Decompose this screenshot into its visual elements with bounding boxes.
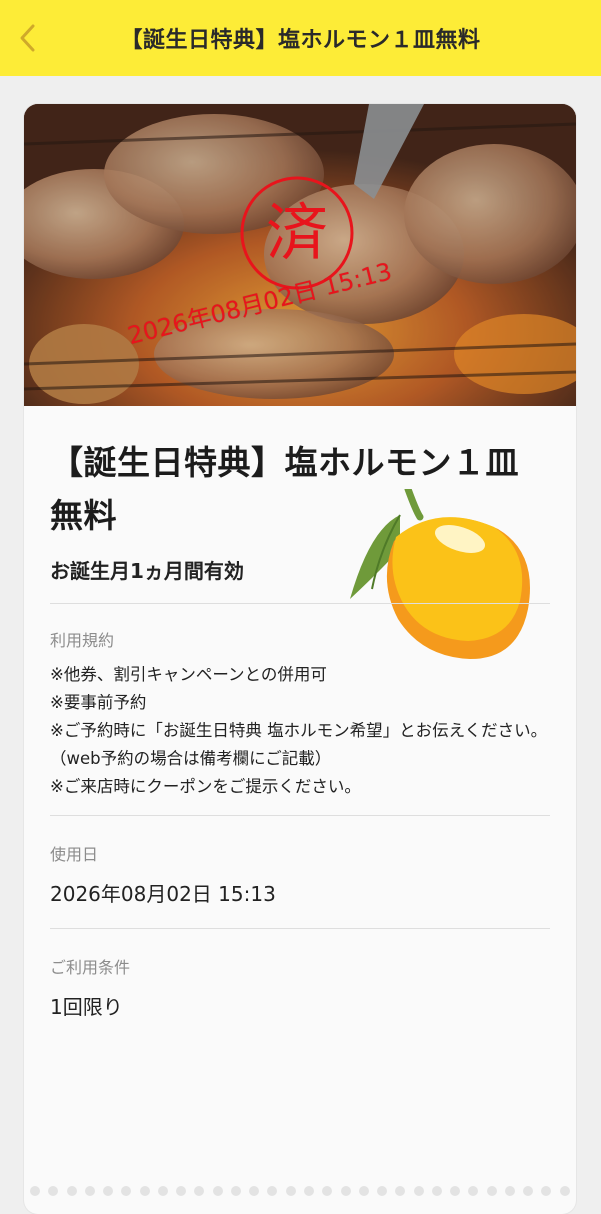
divider [50,603,550,604]
usage-date-label: 使用日 [50,845,99,864]
conditions-label: ご利用条件 [50,958,131,977]
divider [50,928,550,929]
back-button[interactable] [6,16,50,60]
validity-text: お誕生月1ヵ月間有効 [50,559,244,583]
terms-line: ※ご来店時にクーポンをご提示ください。 [50,777,361,796]
lemon-icon [350,489,530,659]
usage-date-value: 2026年08月02日 15:13 [50,882,276,906]
divider [50,815,550,816]
terms-line: ※他券、割引キャンペーンとの併用可 [50,665,327,684]
terms-list: ※他券、割引キャンペーンとの併用可 ※要事前予約 ※ご予約時に「お誕生日特典 塩… [50,661,554,801]
svg-text:済: 済 [266,196,328,269]
chevron-left-icon [20,24,35,52]
terms-line: ※ご予約時に「お誕生日特典 塩ホルモン希望」とお伝えください。（web予約の場合… [50,721,548,768]
terms-line: ※要事前予約 [50,693,147,712]
conditions-value: 1回限り [50,995,123,1019]
ticket-edge [24,1182,576,1200]
terms-label: 利用規約 [50,631,115,650]
coupon-image: 済 2026年08月02日 15:13 [24,104,576,406]
coupon-card: 済 2026年08月02日 15:13 【誕生日特典】塩ホルモン１皿無料 お誕生… [24,104,576,1214]
top-bar: 【誕生日特典】塩ホルモン１皿無料 [0,0,601,76]
page-title: 【誕生日特典】塩ホルモン１皿無料 [120,28,481,53]
